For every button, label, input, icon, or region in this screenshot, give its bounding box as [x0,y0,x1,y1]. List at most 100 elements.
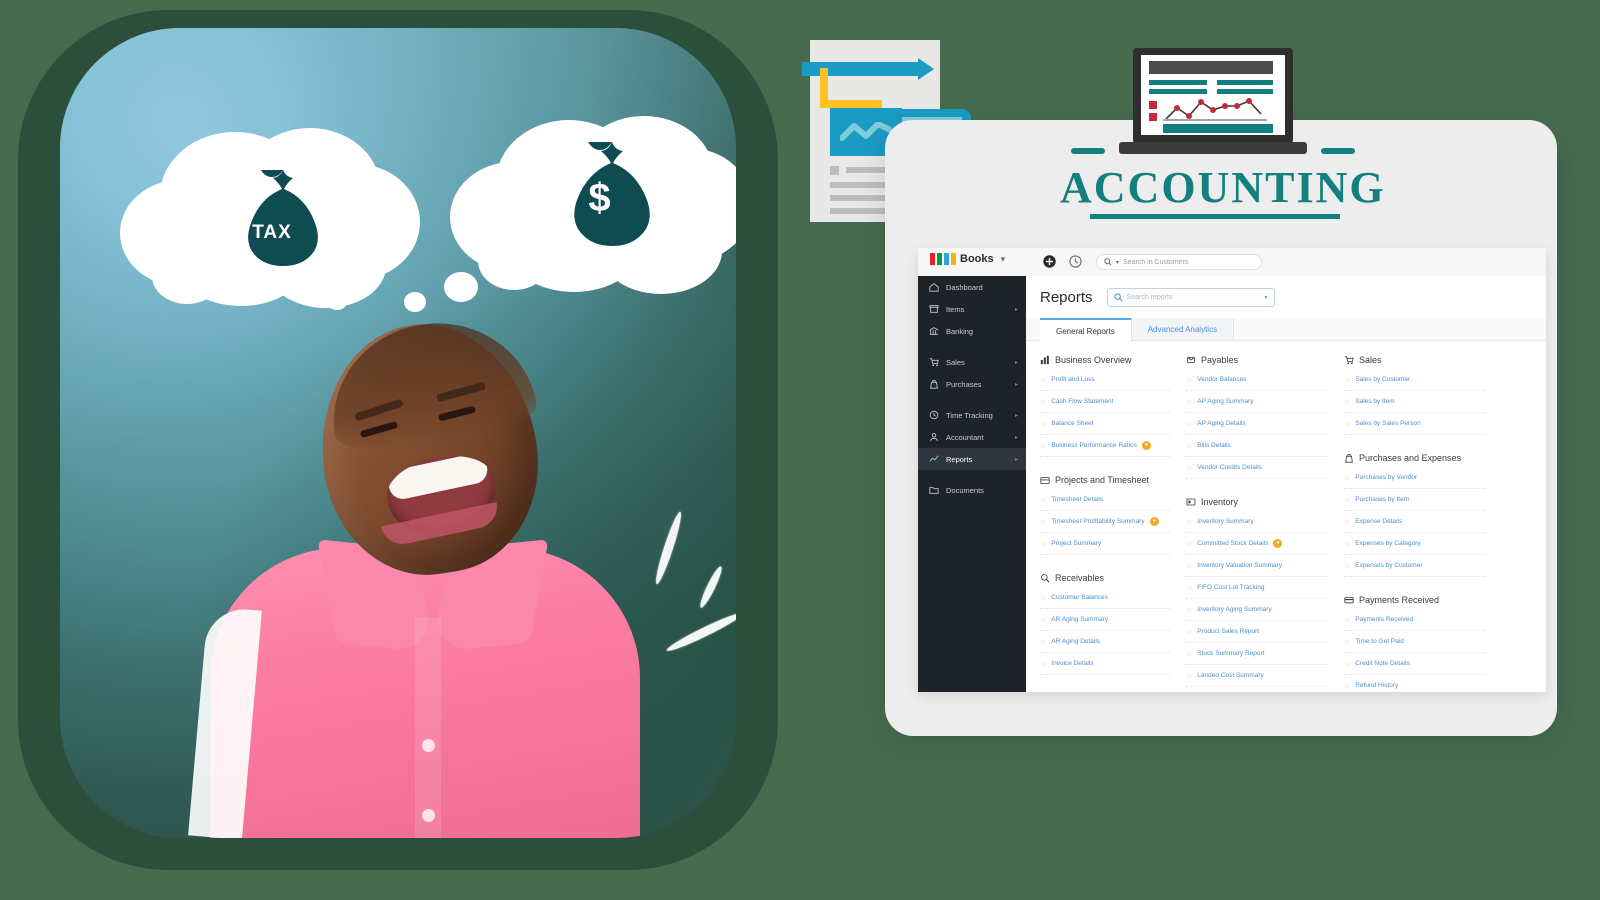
sidebar-item-reports[interactable]: Reports ▸ [918,448,1026,470]
favorite-star-icon[interactable]: ☆ [1040,660,1046,668]
report-link[interactable]: Timesheet Profitability Summary [1051,518,1144,525]
report-link[interactable]: Sales by Item [1355,398,1394,405]
favorite-star-icon[interactable]: ☆ [1186,584,1192,592]
report-row[interactable]: ☆ Bills Details [1186,435,1328,457]
favorite-star-icon[interactable]: ☆ [1186,464,1192,472]
report-link[interactable]: Bills Details [1197,442,1231,449]
favorite-star-icon[interactable]: ☆ [1186,562,1192,570]
favorite-star-icon[interactable]: ☆ [1186,420,1192,428]
report-row[interactable]: ☆ Business Performance Ratios ★ [1040,435,1170,457]
report-link[interactable]: Purchases by Vendor [1355,474,1417,481]
report-row[interactable]: ☆ Committed Stock Details ★ [1186,533,1328,555]
global-search-input[interactable]: ▾ Search in Customers [1096,254,1262,270]
favorite-star-icon[interactable]: ☆ [1040,376,1046,384]
report-link[interactable]: AR Aging Summary [1051,616,1108,623]
report-link[interactable]: Inventory Summary [1197,518,1253,525]
report-row[interactable]: ☆ Invoice Details [1040,653,1170,675]
report-row[interactable]: ☆ Timesheet Profitability Summary ★ [1040,511,1170,533]
report-row[interactable]: ☆ Inventory Valuation Summary [1186,555,1328,577]
report-link[interactable]: Committed Stock Details [1197,540,1268,547]
favorite-star-icon[interactable]: ☆ [1344,562,1350,570]
tab-advanced-analytics[interactable]: Advanced Analytics [1131,318,1235,340]
report-row[interactable]: ☆ Time to Get Paid [1344,631,1486,653]
favorite-star-icon[interactable]: ☆ [1344,474,1350,482]
sidebar-item-time-tracking[interactable]: Time Tracking ▸ [918,404,1026,426]
favorite-star-icon[interactable]: ☆ [1344,518,1350,526]
sidebar-item-accountant[interactable]: Accountant ▸ [918,426,1026,448]
favorite-star-icon[interactable]: ☆ [1040,420,1046,428]
favorite-star-icon[interactable]: ☆ [1040,616,1046,624]
report-row[interactable]: ☆ Profit and Loss [1040,369,1170,391]
sidebar-item-sales[interactable]: Sales ▸ [918,351,1026,373]
report-link[interactable]: Refund History [1355,682,1398,689]
report-row[interactable]: ☆ Balance Sheet [1040,413,1170,435]
report-row[interactable]: ☆ Customer Balances [1040,587,1170,609]
report-row[interactable]: ☆ Product Sales Report [1186,621,1328,643]
favorite-star-icon[interactable]: ☆ [1186,672,1192,680]
report-link[interactable]: Expenses by Category [1355,540,1420,547]
report-link[interactable]: Cash Flow Statement [1051,398,1113,405]
report-row[interactable]: ☆ Landed Cost Summary [1186,665,1328,687]
report-row[interactable]: ☆ Sales by Item [1344,391,1486,413]
report-row[interactable]: ☆ Payments Received [1344,609,1486,631]
report-row[interactable]: ☆ AP Aging Summary [1186,391,1328,413]
favorite-star-icon[interactable]: ☆ [1344,638,1350,646]
tab-general-reports[interactable]: General Reports [1040,318,1132,342]
report-row[interactable]: ☆ FIFO Cost Lot Tracking [1186,577,1328,599]
favorite-star-icon[interactable]: ☆ [1040,594,1046,602]
favorite-star-icon[interactable]: ☆ [1186,540,1192,548]
sidebar-item-documents[interactable]: Documents [918,479,1026,501]
favorite-star-icon[interactable]: ☆ [1186,628,1192,636]
report-link[interactable]: Customer Balances [1051,594,1108,601]
favorite-star-icon[interactable]: ☆ [1344,660,1350,668]
favorite-star-icon[interactable]: ☆ [1344,682,1350,690]
report-row[interactable]: ☆ Purchases by Item [1344,489,1486,511]
report-link[interactable]: AR Aging Details [1051,638,1100,645]
favorite-star-icon[interactable]: ☆ [1040,442,1046,450]
report-link[interactable]: Timesheet Details [1051,496,1103,503]
report-link[interactable]: Purchases by Item [1355,496,1409,503]
report-link[interactable]: Stock Summary Report [1197,650,1264,657]
report-link[interactable]: Landed Cost Summary [1197,672,1263,679]
clock-history-icon[interactable] [1068,254,1083,269]
report-link[interactable]: Sales by Customer [1355,376,1410,383]
favorite-star-icon[interactable]: ☆ [1344,616,1350,624]
favorite-star-icon[interactable]: ☆ [1040,398,1046,406]
report-link[interactable]: Inventory Valuation Summary [1197,562,1282,569]
sidebar-item-banking[interactable]: Banking [918,320,1026,342]
favorite-star-icon[interactable]: ☆ [1344,496,1350,504]
report-link[interactable]: Expense Details [1355,518,1402,525]
report-row[interactable]: ☆ Expenses by Category [1344,533,1486,555]
favorite-star-icon[interactable]: ☆ [1040,638,1046,646]
favorite-star-icon[interactable]: ☆ [1040,518,1046,526]
caret-down-icon[interactable]: ▾ [1116,259,1119,266]
report-link[interactable]: Vendor Balances [1197,376,1246,383]
report-link[interactable]: Expenses by Customer [1355,562,1422,569]
favorite-star-icon[interactable]: ☆ [1344,420,1350,428]
report-row[interactable]: ☆ Vendor Credits Details [1186,457,1328,479]
report-link[interactable]: Time to Get Paid [1355,638,1404,645]
sidebar-item-purchases[interactable]: Purchases ▸ [918,373,1026,395]
report-row[interactable]: ☆ Inventory Aging Summary [1186,599,1328,621]
favorite-star-icon[interactable]: ☆ [1344,398,1350,406]
report-link[interactable]: Profit and Loss [1051,376,1094,383]
report-link[interactable]: Invoice Details [1051,660,1093,667]
report-link[interactable]: Sales by Sales Person [1355,420,1420,427]
favorite-star-icon[interactable]: ☆ [1186,376,1192,384]
report-row[interactable]: ☆ AR Aging Details [1040,631,1170,653]
report-row[interactable]: ☆ AP Aging Details [1186,413,1328,435]
favorite-star-icon[interactable]: ☆ [1186,518,1192,526]
report-row[interactable]: ☆ Refund History [1344,675,1486,692]
report-link[interactable]: Inventory Aging Summary [1197,606,1271,613]
report-row[interactable]: ☆ Stock Summary Report [1186,643,1328,665]
favorite-star-icon[interactable]: ☆ [1344,540,1350,548]
report-row[interactable]: ☆ Project Summary [1040,533,1170,555]
caret-down-icon[interactable]: ▾ [1265,294,1268,301]
report-link[interactable]: Payments Received [1355,616,1413,623]
report-row[interactable]: ☆ Sales by Customer [1344,369,1486,391]
report-link[interactable]: Business Performance Ratios [1051,442,1137,449]
reports-search-input[interactable]: Search reports ▾ [1106,287,1275,307]
report-row[interactable]: ☆ Purchases by Vendor [1344,467,1486,489]
report-row[interactable]: ☆ Inventory Summary [1186,511,1328,533]
report-row[interactable]: ☆ Timesheet Details [1040,489,1170,511]
